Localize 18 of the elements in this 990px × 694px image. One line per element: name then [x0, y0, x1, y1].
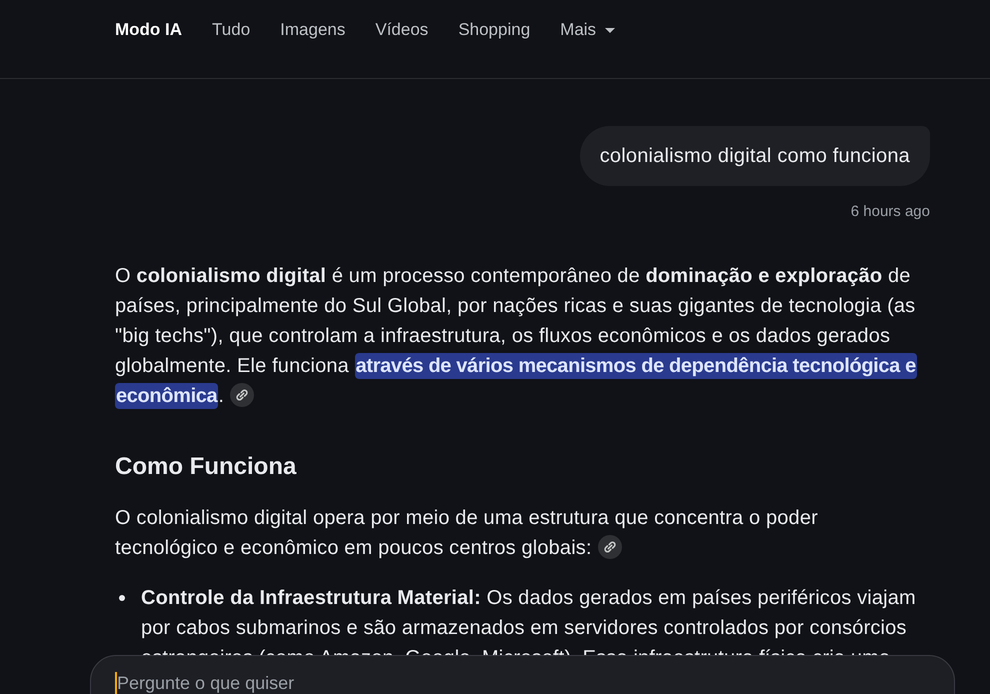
nav-tab[interactable]: Imagens — [280, 18, 346, 42]
highlighted-passage[interactable]: através de vários mecanismos de dependência tecnológica e — [354, 353, 917, 379]
link-icon[interactable] — [598, 534, 622, 559]
nav-tab[interactable]: Shopping — [458, 18, 530, 42]
link-icon[interactable] — [230, 382, 254, 407]
timestamp: 6 hours ago — [850, 203, 930, 221]
answer-paragraph: O colonialismo digital é um processo contemporâneo de dominação e exploração de países, principalmente do Sul Global, por nações ricas e suas gigantes de tecnologia (as "big techs"), que controlam a infraestrutura, os fluxos econômicos e os dados gerados globalmente. Ele funciona através de vários mecanismos de dependência tecnológica e econômica. — [115, 265, 917, 407]
more-menu-tab[interactable]: Mais — [560, 18, 616, 42]
nav-tab[interactable]: Modo IA — [115, 18, 182, 42]
section-heading: Como Funciona — [115, 452, 298, 482]
bullet-icon — [119, 595, 125, 601]
highlighted-passage[interactable]: econômica — [115, 383, 218, 409]
answer-paragraph: O colonialismo digital opera por meio de uma estrutura que concentra o poder tecnológico e econômico em poucos centros globais: — [115, 507, 818, 559]
caret-icon — [605, 28, 616, 32]
nav-tab[interactable]: Vídeos — [375, 18, 428, 42]
nav-tab[interactable]: Tudo — [212, 18, 250, 42]
query-bubble: colonialismo digital como funciona — [580, 126, 930, 186]
prompt-field[interactable]: Pergunte o que quiser — [90, 655, 955, 694]
